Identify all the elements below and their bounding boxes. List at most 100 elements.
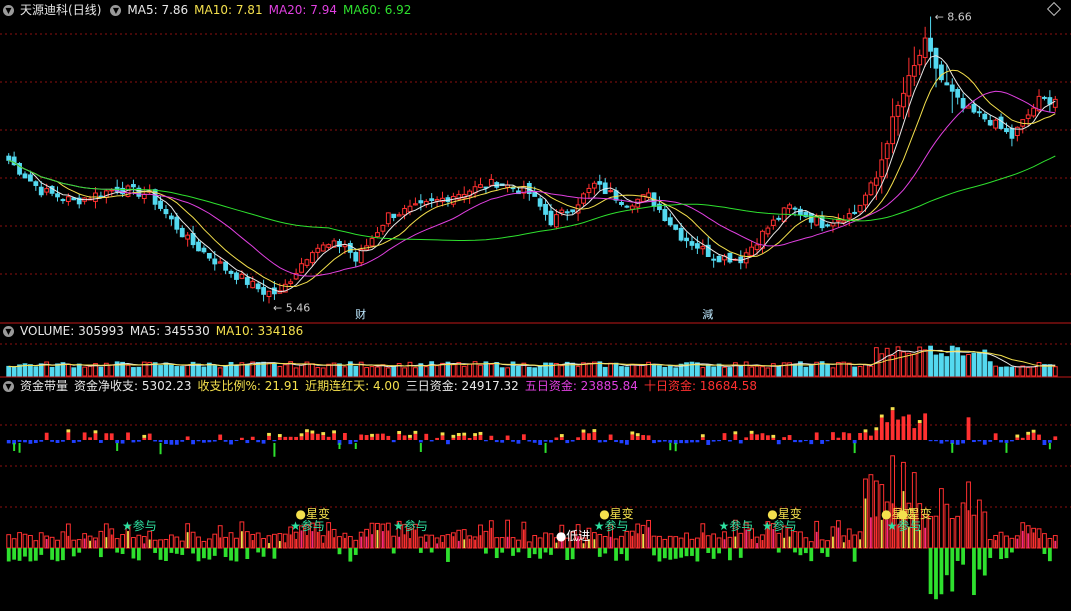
fund-up-fill bbox=[376, 530, 379, 548]
volume-bar bbox=[559, 365, 565, 377]
fund-neutral-outline bbox=[22, 533, 28, 549]
fund-cap-bar bbox=[456, 433, 461, 437]
fund-outflow-spike bbox=[354, 443, 357, 450]
fund-outflow-bar bbox=[500, 440, 505, 443]
fund-up-fill bbox=[333, 537, 335, 548]
fund-down-bar bbox=[223, 548, 228, 558]
fund-down-bar bbox=[1010, 548, 1014, 553]
volume-bar bbox=[868, 365, 874, 377]
fund-outflow-bar bbox=[603, 440, 608, 443]
fund-outflow-bar bbox=[982, 440, 987, 445]
fund-cap-bar bbox=[559, 434, 564, 438]
fund-cap-bar bbox=[310, 430, 315, 434]
fund-down-bar bbox=[939, 548, 944, 595]
fund-down-bar bbox=[1047, 548, 1052, 562]
fund-outflow-bar bbox=[543, 440, 548, 442]
fund-outflow-bar bbox=[120, 440, 125, 444]
fund-neutral-outline bbox=[261, 537, 266, 549]
candle-body bbox=[998, 116, 1004, 129]
fund-inflow-bar bbox=[397, 433, 402, 440]
fund-inflow-bar bbox=[359, 434, 364, 440]
fund-up-fill bbox=[864, 498, 867, 548]
fund-up-fill bbox=[311, 531, 314, 548]
fund-neutral-outline bbox=[684, 532, 689, 549]
fund-outflow-bar bbox=[136, 440, 141, 442]
fund-cap-bar bbox=[321, 432, 326, 436]
fund-outflow-bar bbox=[1010, 440, 1014, 442]
candle-body bbox=[586, 187, 592, 194]
fund-up-fill bbox=[647, 527, 650, 548]
fund-inflow-bar bbox=[299, 436, 304, 440]
fund-down-bar bbox=[803, 548, 808, 554]
fund-outflow-bar bbox=[196, 440, 201, 442]
volume-bar bbox=[87, 365, 93, 377]
fund-up-fill bbox=[631, 535, 634, 548]
fund-outflow-spike bbox=[419, 443, 422, 452]
candle-body bbox=[917, 54, 923, 66]
fund-cap-bar bbox=[66, 429, 71, 433]
fund-neutral-outline bbox=[206, 538, 212, 549]
fund-outflow-bar bbox=[77, 440, 82, 442]
fund-neutral-outline bbox=[852, 534, 858, 549]
fund-inflow-bar bbox=[456, 436, 461, 440]
fund-neutral-outline bbox=[667, 535, 673, 549]
fund-down-bar bbox=[972, 548, 976, 596]
candle-body bbox=[309, 252, 315, 264]
fund-signal-label: ★参与 bbox=[393, 518, 428, 533]
candle-body bbox=[22, 173, 28, 179]
fund-outflow-spike bbox=[544, 443, 547, 453]
fund-up-fill bbox=[300, 530, 303, 548]
fund-inflow-bar bbox=[489, 435, 494, 440]
fund-inflow-bar bbox=[912, 428, 917, 440]
fund-down-bar bbox=[999, 548, 1003, 560]
candle-body bbox=[884, 143, 890, 160]
candle-body bbox=[624, 205, 630, 208]
volume-bar bbox=[754, 365, 760, 377]
fund-up-fill bbox=[1021, 530, 1024, 548]
fund-outflow-bar bbox=[728, 440, 732, 442]
volume-bar bbox=[700, 367, 706, 377]
fund-inflow-bar bbox=[576, 437, 580, 440]
candle-body bbox=[315, 247, 321, 253]
fund-inflow-bar bbox=[1026, 434, 1031, 440]
fund-outflow-bar bbox=[619, 440, 624, 444]
volume-bar bbox=[629, 363, 635, 377]
candle-body bbox=[55, 193, 60, 198]
volume-bar bbox=[749, 366, 755, 377]
fund-neutral-outline bbox=[819, 539, 825, 549]
volume-bar bbox=[727, 367, 733, 377]
fund-neutral-outline bbox=[228, 532, 234, 549]
fund-neutral-outline bbox=[976, 499, 982, 549]
volume-bar bbox=[911, 353, 917, 377]
fund-neutral-outline bbox=[597, 533, 603, 549]
candle-body bbox=[890, 116, 896, 145]
candle-body bbox=[288, 281, 294, 284]
fund-outflow-bar bbox=[55, 440, 60, 443]
fund-outflow-bar bbox=[98, 440, 103, 443]
fund-outflow-spike bbox=[669, 443, 672, 451]
fund-neutral-outline bbox=[808, 541, 814, 549]
candle-body bbox=[559, 209, 565, 214]
volume-bar bbox=[516, 365, 521, 377]
fund-outflow-bar bbox=[33, 440, 38, 444]
volume-bar bbox=[244, 363, 250, 377]
fund-neutral-outline bbox=[689, 538, 695, 549]
fund-neutral-outline bbox=[28, 535, 33, 549]
volume-bar bbox=[82, 366, 88, 377]
fund-inflow-bar bbox=[581, 432, 586, 440]
fund-inflow-bar bbox=[733, 434, 738, 440]
volume-bar bbox=[586, 362, 592, 377]
fund-cap-bar bbox=[700, 434, 705, 438]
candle-body bbox=[684, 237, 689, 242]
fund-outflow-bar bbox=[803, 440, 808, 442]
fund-outflow-bar bbox=[668, 440, 673, 443]
fund-down-bar bbox=[169, 548, 174, 553]
fund-neutral-outline bbox=[190, 531, 196, 549]
fund-up-fill bbox=[251, 540, 254, 548]
stock-chart[interactable]: ← 8.66← 5.46财 減★参与 ★参与●星变★参与●低进★参与●星变★参与 ★参… bbox=[0, 0, 1071, 611]
candle-body bbox=[700, 246, 706, 250]
fund-neutral-outline bbox=[120, 534, 125, 549]
fund-inflow-bar bbox=[521, 434, 526, 440]
chart-marker-label: 減 bbox=[702, 307, 713, 321]
fund-neutral-outline bbox=[727, 536, 733, 549]
